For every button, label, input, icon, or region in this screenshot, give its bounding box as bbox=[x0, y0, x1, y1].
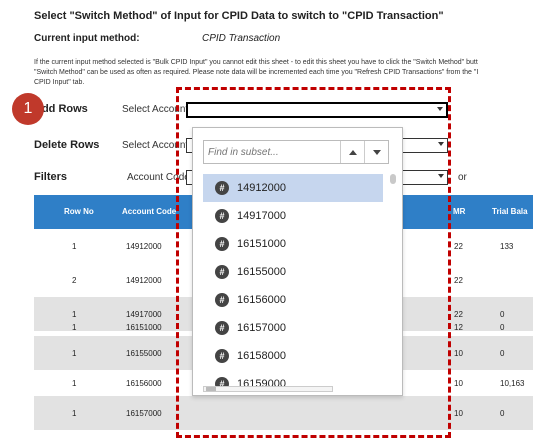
cell-account-code: 16156000 bbox=[126, 379, 162, 388]
arrow-up-icon bbox=[348, 149, 357, 155]
delete-rows-select-account-label: Select Account bbox=[122, 140, 189, 151]
filters-account-code-label: Account Code bbox=[127, 172, 190, 183]
account-element-icon: # bbox=[215, 265, 229, 279]
cell-row-no: 1 bbox=[72, 379, 77, 388]
cell-trial-balance: 0 bbox=[500, 323, 505, 332]
dropdown-item-label: 16158000 bbox=[237, 350, 286, 362]
account-dropdown-list[interactable]: # 14912000 # 14917000 # 16151000 # 16155… bbox=[192, 127, 403, 396]
cell-trial-balance: 0 bbox=[500, 349, 505, 358]
page-title: Select "Switch Method" of Input for CPID… bbox=[34, 10, 444, 22]
cell-account-code: 16155000 bbox=[126, 349, 162, 358]
info-text-line-1: If the current input method selected is … bbox=[34, 59, 478, 66]
account-element-icon: # bbox=[215, 181, 229, 195]
add-rows-select-account-label: Select Account bbox=[122, 104, 189, 115]
dropdown-item-label: 16157000 bbox=[237, 322, 286, 334]
cell-account-code: 16157000 bbox=[126, 409, 162, 418]
account-element-icon: # bbox=[215, 321, 229, 335]
table-row: 1 16157000 10 0 bbox=[34, 396, 533, 430]
account-element-icon: # bbox=[215, 209, 229, 223]
vertical-scrollbar[interactable] bbox=[389, 172, 397, 392]
current-method-label: Current input method: bbox=[34, 33, 140, 44]
search-next-button[interactable] bbox=[364, 141, 388, 163]
column-header-mr: MR bbox=[453, 207, 466, 216]
cell-row-no: 2 bbox=[72, 276, 77, 285]
cell-mr: 10 bbox=[454, 349, 463, 358]
column-header-row-no: Row No bbox=[64, 207, 94, 216]
chevron-down-icon[interactable] bbox=[437, 107, 443, 111]
current-method-value: CPID Transaction bbox=[202, 33, 281, 44]
cell-row-no: 1 bbox=[72, 349, 77, 358]
account-element-icon: # bbox=[215, 293, 229, 307]
cell-account-code: 14912000 bbox=[126, 242, 162, 251]
filters-label: Filters bbox=[34, 171, 68, 183]
cell-mr: 10 bbox=[454, 379, 463, 388]
vertical-scrollbar-thumb[interactable] bbox=[390, 174, 396, 184]
dropdown-item-label: 16156000 bbox=[237, 294, 286, 306]
dropdown-item-label: 14917000 bbox=[237, 210, 286, 222]
cell-account-code: 16151000 bbox=[126, 323, 162, 332]
chevron-down-icon[interactable] bbox=[438, 174, 444, 178]
dropdown-item[interactable]: # 16155000 bbox=[203, 258, 383, 286]
horizontal-scrollbar[interactable] bbox=[203, 386, 333, 392]
cell-row-no: 1 bbox=[72, 409, 77, 418]
dropdown-item[interactable]: # 16158000 bbox=[203, 342, 383, 370]
search-previous-button[interactable] bbox=[340, 141, 364, 163]
column-header-account-code: Account Code bbox=[122, 207, 177, 216]
horizontal-scrollbar-thumb[interactable] bbox=[206, 387, 216, 391]
cell-mr: 10 bbox=[454, 409, 463, 418]
delete-rows-label: Delete Rows bbox=[34, 139, 100, 151]
cell-mr: 22 bbox=[454, 242, 463, 251]
subset-search-input[interactable] bbox=[208, 145, 338, 160]
add-rows-account-select[interactable] bbox=[186, 102, 448, 118]
dropdown-item-label: 16155000 bbox=[237, 266, 286, 278]
cell-trial-balance: 0 bbox=[500, 409, 505, 418]
cell-row-no: 1 bbox=[72, 242, 77, 251]
step-callout-badge: 1 bbox=[12, 93, 44, 125]
cell-account-code: 14912000 bbox=[126, 276, 162, 285]
subset-search-box[interactable] bbox=[203, 140, 389, 164]
cell-trial-balance: 10,163 bbox=[500, 379, 525, 388]
account-element-icon: # bbox=[215, 237, 229, 251]
arrow-down-icon bbox=[372, 149, 381, 155]
dropdown-item[interactable]: # 16159000 bbox=[203, 370, 383, 395]
cell-mr: 22 bbox=[454, 276, 463, 285]
column-header-trial-balance: Trial Bala bbox=[492, 207, 528, 216]
account-element-icon: # bbox=[215, 349, 229, 363]
cell-trial-balance: 133 bbox=[500, 242, 514, 251]
cell-mr: 12 bbox=[454, 323, 463, 332]
dropdown-item[interactable]: # 14912000 bbox=[203, 174, 383, 202]
dropdown-item-label: 16151000 bbox=[237, 238, 286, 250]
dropdown-item[interactable]: # 14917000 bbox=[203, 202, 383, 230]
info-text-line-3: CPID Input" tab. bbox=[34, 79, 85, 86]
cell-row-no: 1 bbox=[72, 323, 77, 332]
info-text-line-2: "Switch Method" can be used as often as … bbox=[34, 69, 479, 76]
filters-or-text: or bbox=[458, 172, 467, 183]
dropdown-item[interactable]: # 16157000 bbox=[203, 314, 383, 342]
dropdown-item[interactable]: # 16156000 bbox=[203, 286, 383, 314]
chevron-down-icon[interactable] bbox=[438, 142, 444, 146]
dropdown-item[interactable]: # 16151000 bbox=[203, 230, 383, 258]
dropdown-item-label: 14912000 bbox=[237, 182, 286, 194]
